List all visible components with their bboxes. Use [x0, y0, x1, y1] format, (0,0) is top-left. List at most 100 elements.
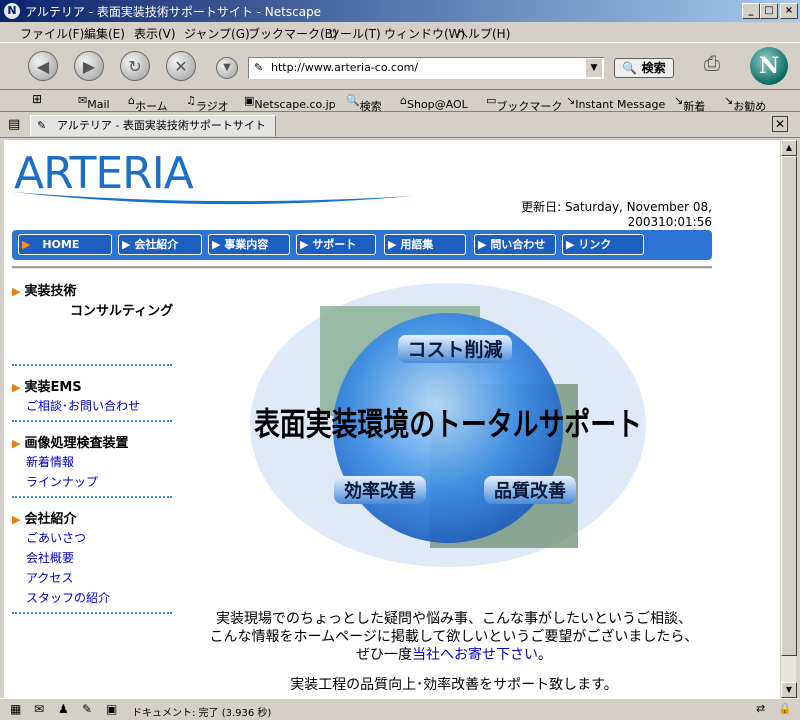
composer-icon[interactable]: ✎: [82, 702, 92, 716]
intro-line3-post: 。: [538, 647, 552, 663]
navigation-toolbar: ◀ ▶ ↻ ✕ ▼ ✎ ▼ 🔍 検索 ⎙ N: [0, 42, 800, 90]
bookmark-mail[interactable]: ✉ Mail: [78, 94, 110, 111]
maximize-button[interactable]: □: [760, 3, 778, 19]
close-tab-icon[interactable]: ✕: [772, 116, 788, 132]
sidebar-vision-news[interactable]: 新着情報: [26, 453, 74, 470]
bullet-icon: ▶: [12, 381, 21, 394]
nav-glossary[interactable]: ▶ 用語集: [384, 234, 466, 255]
hero-banner: コスト削減 表面実装環境のトータルサポート 効率改善 品質改善: [248, 280, 648, 570]
arrow-right-icon: ▶: [388, 238, 397, 251]
bookmark-folder[interactable]: ▭ ブックマーク: [486, 94, 562, 113]
new-tab-icon[interactable]: ▤: [8, 117, 20, 132]
sidebar-ems-link[interactable]: ご相談･お問い合わせ: [26, 397, 140, 414]
sidebar-ems-title-label: 実装EMS: [24, 380, 82, 395]
nav-links[interactable]: ▶ リンク: [562, 234, 644, 255]
bullet-icon: ▶: [12, 437, 21, 450]
sidebar-tech-title[interactable]: ▶ 実装技術: [12, 280, 76, 299]
vertical-scrollbar[interactable]: ▲ ▼: [780, 140, 797, 698]
chevron-down-icon: ▼: [590, 63, 598, 73]
sidebar-vision-lineup[interactable]: ラインナップ: [26, 473, 98, 490]
bookmark-recommend[interactable]: ↘ お勧め: [724, 94, 766, 113]
bookmark-search[interactable]: 🔍 検索: [346, 94, 382, 113]
component-bar-icon[interactable]: ▦: [10, 702, 21, 716]
contact-link[interactable]: 当社へお寄せ下さい: [412, 647, 538, 663]
menu-window[interactable]: ウィンドウ(W): [384, 25, 465, 42]
online-icon: ⇄: [756, 702, 766, 715]
scroll-down-button[interactable]: ▼: [781, 682, 797, 698]
status-text: ドキュメント: 完了 (3.936 秒): [132, 708, 272, 719]
sidebar-tech-title-label: 実装技術: [24, 284, 77, 299]
nav-company[interactable]: ▶ 会社紹介: [118, 234, 202, 255]
close-window-button[interactable]: ×: [780, 3, 798, 19]
status-bar: ▦ ✉ ♟ ✎ ▣ ドキュメント: 完了 (3.936 秒) ⇄ 🔒: [0, 698, 800, 720]
nav-home[interactable]: ▶ HOME: [18, 234, 112, 255]
forward-button[interactable]: ▶: [74, 51, 104, 81]
menu-help[interactable]: ヘルプ(H): [456, 25, 510, 42]
sidebar-company-staff[interactable]: スタッフの紹介: [26, 589, 110, 606]
sidebar-company-greeting[interactable]: ごあいさつ: [26, 529, 86, 546]
main-nav: ▶ HOME ▶ 会社紹介 ▶ 事業内容 ▶ サポート ▶ 用語集 ▶ 問い合わ…: [12, 230, 712, 260]
bookmark-mail-label: Mail: [87, 98, 110, 111]
intro-line1: 実装現場でのちょっとした疑問や悩み事、こんな事がしたいというご相談、: [216, 611, 692, 627]
nav-contact[interactable]: ▶ 問い合わせ: [474, 234, 556, 255]
stop-icon: ✕: [174, 57, 188, 76]
sidebar-company-title[interactable]: ▶ 会社紹介: [12, 508, 76, 527]
last-updated: 更新日: Saturday, November 08, 200310:01:56: [464, 200, 712, 230]
nav-business[interactable]: ▶ 事業内容: [208, 234, 290, 255]
search-icon: 🔍: [622, 61, 638, 75]
title-bar: N アルテリア - 表面実装技術サポートサイト - Netscape _ □ ×: [0, 0, 800, 22]
reload-button[interactable]: ↻: [120, 51, 150, 81]
menu-view[interactable]: 表示(V): [134, 25, 176, 42]
search-button[interactable]: 🔍 検索: [614, 58, 674, 78]
nav-support[interactable]: ▶ サポート: [296, 234, 376, 255]
security-lock-icon[interactable]: 🔒: [778, 702, 792, 715]
intro-text: 実装現場でのちょっとした疑問や悩み事、こんな事がしたいというご相談、 こんな情報…: [174, 610, 734, 694]
arrow-right-icon: ▶: [22, 238, 31, 251]
bookmark-new[interactable]: ↘ 新着: [674, 94, 705, 113]
menu-edit[interactable]: 編集(E): [84, 25, 125, 42]
stop-button[interactable]: ✕: [166, 51, 196, 81]
hero-main-text: 表面実装環境のトータルサポート: [254, 405, 642, 443]
bookmark-radio[interactable]: ♫ ラジオ: [186, 94, 229, 113]
menu-go[interactable]: ジャンプ(G): [184, 25, 250, 42]
nav-support-label: サポート: [312, 238, 357, 251]
sidebar-vision-title[interactable]: ▶ 画像処理検査装置: [12, 432, 128, 451]
bookmark-instant-message[interactable]: ↘ Instant Message: [566, 94, 665, 111]
url-history-button[interactable]: ▼: [216, 57, 238, 79]
scroll-up-button[interactable]: ▲: [781, 140, 797, 156]
back-button[interactable]: ◀: [28, 51, 58, 81]
aim-icon[interactable]: ♟: [58, 702, 69, 716]
tab-bar: ▤ ✎ アルテリア - 表面実装技術サポートサイト ✕: [0, 112, 800, 138]
mail-icon[interactable]: ✉: [34, 702, 44, 716]
sidebar-company-overview[interactable]: 会社概要: [26, 549, 74, 566]
bookmark-home[interactable]: ⌂ ホーム: [128, 94, 168, 113]
toolbar-grip-icon[interactable]: ⊞: [32, 92, 42, 106]
menu-tools[interactable]: ツール(T): [328, 25, 381, 42]
sidebar-company-title-label: 会社紹介: [24, 512, 77, 527]
menu-file[interactable]: ファイル(F): [20, 25, 84, 42]
sidebar-tech-sub[interactable]: コンサルティング: [70, 300, 173, 319]
minimize-button[interactable]: _: [742, 3, 760, 19]
sidebar-divider: [12, 612, 172, 614]
url-dropdown-button[interactable]: ▼: [586, 59, 602, 77]
netscape-logo[interactable]: N: [750, 47, 788, 85]
bookmark-netscape[interactable]: ▣ Netscape.co.jp: [244, 94, 336, 111]
arrow-right-icon: ▶: [566, 238, 575, 251]
scroll-thumb[interactable]: [781, 156, 797, 656]
nav-contact-label: 問い合わせ: [490, 238, 546, 251]
arrow-right-icon: ▶: [212, 238, 221, 251]
address-book-icon[interactable]: ▣: [106, 702, 117, 716]
intro-line4: 実装工程の品質向上･効率改善をサポート致します。: [290, 677, 618, 693]
url-input[interactable]: [271, 61, 581, 74]
menu-bookmarks[interactable]: ブックマーク(B): [248, 25, 338, 42]
hero-tag-quality: 品質改善: [494, 480, 566, 502]
sidebar-company-access[interactable]: アクセス: [26, 569, 73, 586]
sidebar-ems-title[interactable]: ▶ 実装EMS: [12, 376, 82, 395]
bookmark-shop[interactable]: ⌂ Shop@AOL: [400, 94, 468, 111]
intro-line2: こんな情報をホームページに掲載して欲しいというご要望がございましたら、: [209, 629, 699, 645]
bookmark-netscape-label: Netscape.co.jp: [254, 98, 336, 111]
arrow-right-icon: ▶: [300, 238, 309, 251]
print-icon[interactable]: ⎙: [698, 51, 726, 77]
url-bar[interactable]: ✎ ▼: [248, 57, 604, 79]
tab-arteria[interactable]: ✎ アルテリア - 表面実装技術サポートサイト: [30, 115, 276, 137]
